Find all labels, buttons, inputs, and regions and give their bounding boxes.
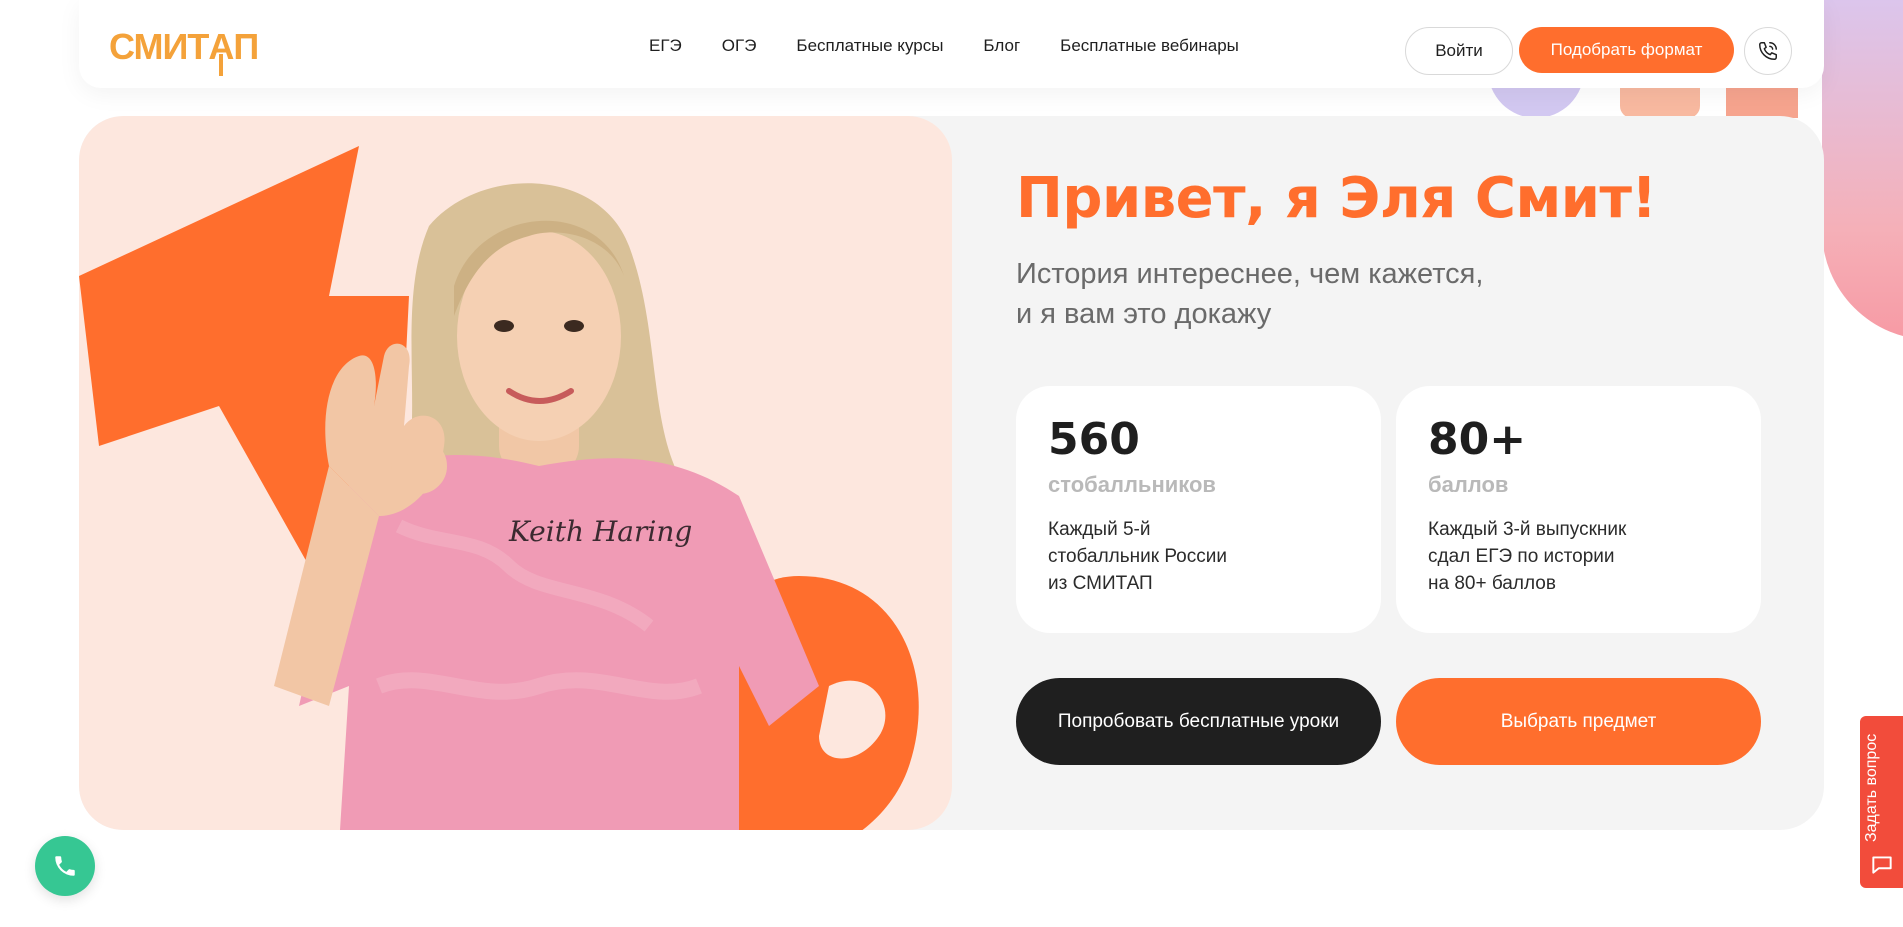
try-free-lessons-button[interactable]: Попробовать бесплатные уроки (1016, 678, 1381, 765)
main-nav: ЕГЭ ОГЭ Бесплатные курсы Блог Бесплатные… (649, 36, 1239, 56)
choose-subject-button[interactable]: Выбрать предмет (1396, 678, 1761, 765)
logo-text: СМИТ (109, 26, 209, 67)
hero-subtitle: История интереснее, чем кажется, и я вам… (1016, 254, 1776, 334)
hero-content: Привет, я Эля Смит! История интереснее, … (1016, 168, 1776, 334)
chat-bubble-icon (1872, 856, 1892, 874)
phone-icon (1759, 42, 1777, 60)
logo-arrow: А (208, 26, 234, 76)
subtitle-line: История интереснее, чем кажется, (1016, 257, 1484, 290)
stat-value: 560 (1048, 414, 1140, 465)
nav-item-oge[interactable]: ОГЭ (722, 36, 757, 56)
phone-icon (55, 856, 75, 876)
call-fab-button[interactable] (35, 836, 95, 896)
logo[interactable]: СМИТА П (109, 26, 259, 76)
hero-photo: Keith Haring (79, 116, 952, 830)
stat-description: Каждый 3-й выпускник сдал ЕГЭ по истории… (1428, 519, 1627, 594)
nav-item-free-courses[interactable]: Бесплатные курсы (796, 36, 943, 56)
stat-card: 80+ баллов Каждый 3-й выпускник сдал ЕГЭ… (1396, 386, 1761, 633)
stat-label: баллов (1428, 472, 1509, 497)
nav-item-ege[interactable]: ЕГЭ (649, 36, 682, 56)
ask-question-tab[interactable]: Задать вопрос (1860, 716, 1903, 888)
stat-card: 560 стобалльников Каждый 5-й стобалльник… (1016, 386, 1381, 633)
logo-text: П (233, 26, 259, 67)
choose-format-button[interactable]: Подобрать формат (1519, 27, 1734, 73)
person-illustration: Keith Haring (274, 183, 819, 830)
ask-question-label: Задать вопрос (1863, 733, 1880, 843)
phone-button[interactable] (1744, 27, 1792, 75)
nav-item-blog[interactable]: Блог (983, 36, 1020, 56)
stat-value: 80+ (1428, 414, 1527, 465)
page-title: Привет, я Эля Смит! (1016, 166, 1657, 231)
login-button[interactable]: Войти (1405, 27, 1513, 75)
decor-shape (1822, 0, 1903, 340)
site-header: СМИТА П ЕГЭ ОГЭ Бесплатные курсы Блог Бес… (79, 0, 1824, 88)
subtitle-line: и я вам это докажу (1016, 297, 1272, 330)
shirt-text: Keith Haring (508, 515, 692, 548)
nav-item-free-webinars[interactable]: Бесплатные вебинары (1060, 36, 1239, 56)
stat-label: стобалльников (1048, 472, 1216, 497)
stat-description: Каждый 5-й стобалльник России из СМИТАП (1048, 519, 1227, 594)
